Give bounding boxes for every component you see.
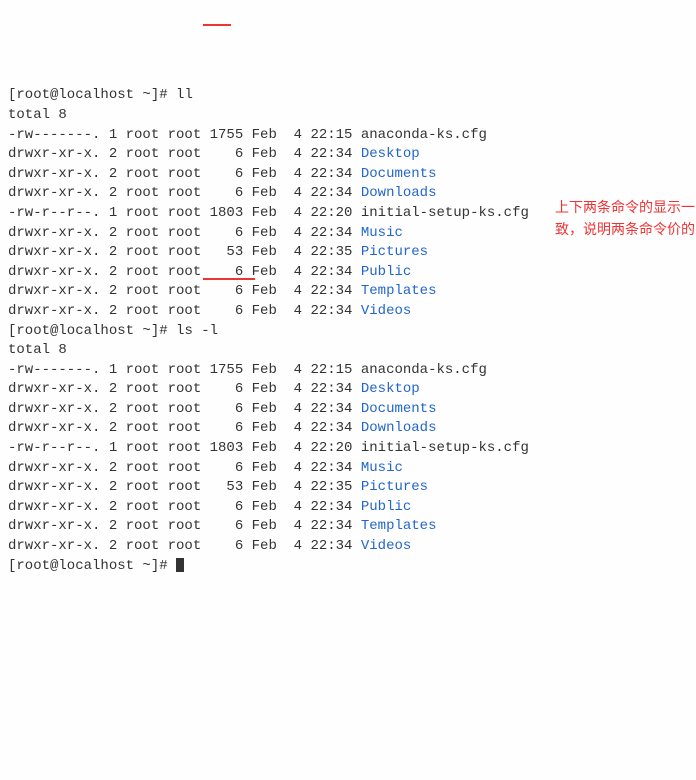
- listing-row: drwxr-xr-x. 2 root root 6 Feb 4 22:34 Do…: [8, 185, 436, 201]
- file-name: Desktop: [361, 146, 420, 162]
- annotation-text: 上下两条命令的显示一致，说明两条命令价的: [555, 196, 696, 241]
- listing-row: drwxr-xr-x. 2 root root 6 Feb 4 22:34 Pu…: [8, 499, 411, 515]
- listing-row: -rw-r--r--. 1 root root 1803 Feb 4 22:20…: [8, 205, 529, 221]
- file-name: Music: [361, 460, 403, 476]
- listing-row: drwxr-xr-x. 2 root root 6 Feb 4 22:34 De…: [8, 146, 420, 162]
- listing-row: drwxr-xr-x. 2 root root 6 Feb 4 22:34 Do…: [8, 420, 436, 436]
- listing-row: drwxr-xr-x. 2 root root 6 Feb 4 22:34 Te…: [8, 283, 436, 299]
- listing-row: -rw-r--r--. 1 root root 1803 Feb 4 22:20…: [8, 440, 529, 456]
- terminal-output: [root@localhost ~]# ll total 8 -rw------…: [8, 86, 688, 576]
- listing-row: drwxr-xr-x. 2 root root 6 Feb 4 22:34 Do…: [8, 401, 436, 417]
- file-name: Documents: [361, 166, 437, 182]
- listing-row: -rw-------. 1 root root 1755 Feb 4 22:15…: [8, 362, 487, 378]
- file-name: Templates: [361, 518, 437, 534]
- file-name: Public: [361, 264, 411, 280]
- file-name: Music: [361, 225, 403, 241]
- listing-row: drwxr-xr-x. 2 root root 6 Feb 4 22:34 Vi…: [8, 538, 411, 554]
- underline-cmd2: [203, 278, 255, 280]
- file-name: initial-setup-ks.cfg: [361, 440, 529, 456]
- file-name: Desktop: [361, 381, 420, 397]
- total-line: total 8: [8, 342, 67, 358]
- shell-prompt: [root@localhost ~]#: [8, 323, 168, 339]
- underline-cmd1: [203, 24, 231, 26]
- listing-row: -rw-------. 1 root root 1755 Feb 4 22:15…: [8, 127, 487, 143]
- file-name: initial-setup-ks.cfg: [361, 205, 529, 221]
- listing-row: drwxr-xr-x. 2 root root 6 Feb 4 22:34 Vi…: [8, 303, 411, 319]
- file-name: Pictures: [361, 479, 428, 495]
- file-name: Videos: [361, 303, 411, 319]
- listing-row: drwxr-xr-x. 2 root root 6 Feb 4 22:34 Mu…: [8, 225, 403, 241]
- shell-prompt: [root@localhost ~]#: [8, 87, 168, 103]
- file-name: Public: [361, 499, 411, 515]
- file-name: Templates: [361, 283, 437, 299]
- file-name: Videos: [361, 538, 411, 554]
- file-name: Pictures: [361, 244, 428, 260]
- shell-prompt: [root@localhost ~]#: [8, 558, 168, 574]
- cursor: [176, 558, 184, 572]
- listing-row: drwxr-xr-x. 2 root root 53 Feb 4 22:35 P…: [8, 244, 428, 260]
- file-name: Downloads: [361, 185, 437, 201]
- command-input[interactable]: ls -l: [176, 323, 218, 339]
- command-input[interactable]: ll: [176, 87, 193, 103]
- file-name: Documents: [361, 401, 437, 417]
- listing-row: drwxr-xr-x. 2 root root 6 Feb 4 22:34 De…: [8, 381, 420, 397]
- file-name: Downloads: [361, 420, 437, 436]
- file-name: anaconda-ks.cfg: [361, 362, 487, 378]
- listing-row: drwxr-xr-x. 2 root root 6 Feb 4 22:34 Te…: [8, 518, 436, 534]
- listing-row: drwxr-xr-x. 2 root root 6 Feb 4 22:34 Mu…: [8, 460, 403, 476]
- total-line: total 8: [8, 107, 67, 123]
- listing-row: drwxr-xr-x. 2 root root 53 Feb 4 22:35 P…: [8, 479, 428, 495]
- listing-row: drwxr-xr-x. 2 root root 6 Feb 4 22:34 Do…: [8, 166, 436, 182]
- file-name: anaconda-ks.cfg: [361, 127, 487, 143]
